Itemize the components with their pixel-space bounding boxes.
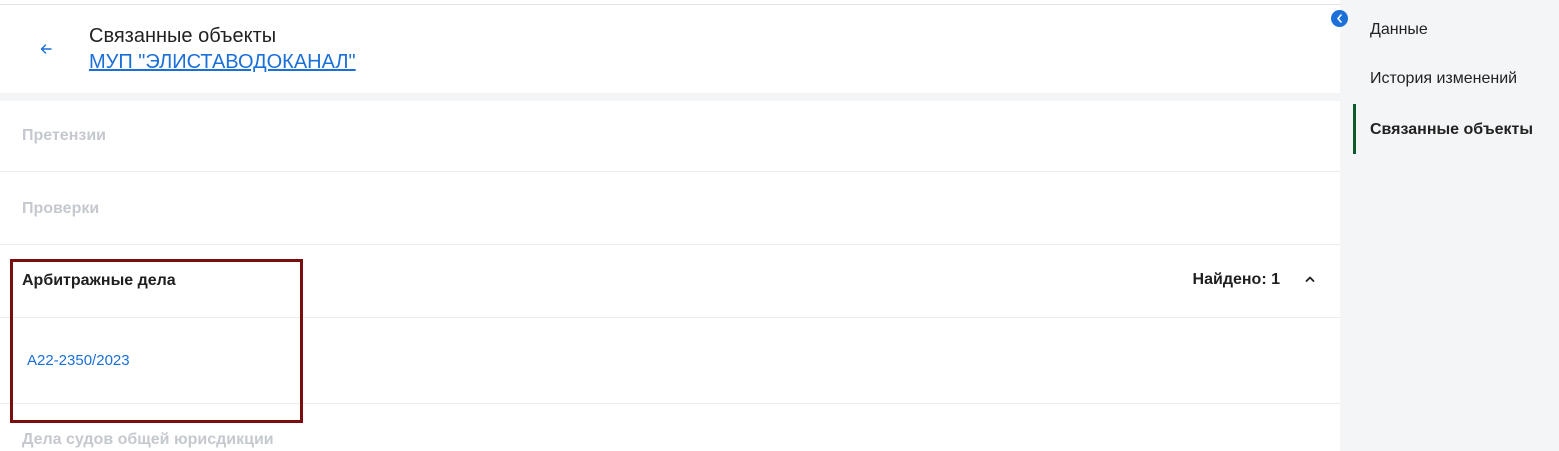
section-label: Проверки (22, 200, 100, 217)
related-objects-list: Претензии Проверки Арбитражные дела Найд… (0, 101, 1340, 451)
section-label: Дела судов общей юрисдикции (22, 431, 274, 448)
chevron-up-icon (1305, 276, 1315, 282)
collapse-section-button[interactable] (1302, 271, 1318, 287)
sidebar-item-related-objects[interactable]: Связанные объекты (1370, 121, 1533, 139)
arrow-left-icon (40, 44, 52, 54)
section-general-courts[interactable]: Дела судов общей юрисдикции (0, 404, 1340, 451)
section-inspections[interactable]: Проверки (0, 172, 1340, 245)
organization-link[interactable]: МУП "ЭЛИСТАВОДОКАНАЛ" (89, 51, 356, 74)
sidebar-item-data[interactable]: Данные (1370, 21, 1428, 39)
chevron-left-icon (1337, 14, 1342, 23)
section-label: Претензии (22, 127, 106, 144)
header-separator (0, 93, 1340, 101)
active-nav-indicator (1353, 104, 1356, 154)
page: Связанные объекты МУП "ЭЛИСТАВОДОКАНАЛ" … (0, 0, 1559, 451)
section-claims[interactable]: Претензии (0, 101, 1340, 172)
sidebar-nav: Данные История изменений Связанные объек… (1340, 0, 1559, 451)
back-button[interactable] (36, 39, 56, 59)
case-list-item: А22-2350/2023 (0, 318, 1340, 404)
page-header: Связанные объекты МУП "ЭЛИСТАВОДОКАНАЛ" (0, 5, 1340, 93)
collapse-sidebar-button[interactable] (1331, 10, 1348, 27)
found-count: Найдено: 1 (1192, 271, 1280, 288)
section-label: Арбитражные дела (22, 272, 176, 289)
case-number-link[interactable]: А22-2350/2023 (27, 352, 130, 369)
page-title: Связанные объекты (89, 25, 277, 47)
section-arbitration-cases[interactable]: Арбитражные дела Найдено: 1 (0, 245, 1340, 318)
sidebar-item-history[interactable]: История изменений (1370, 70, 1517, 88)
